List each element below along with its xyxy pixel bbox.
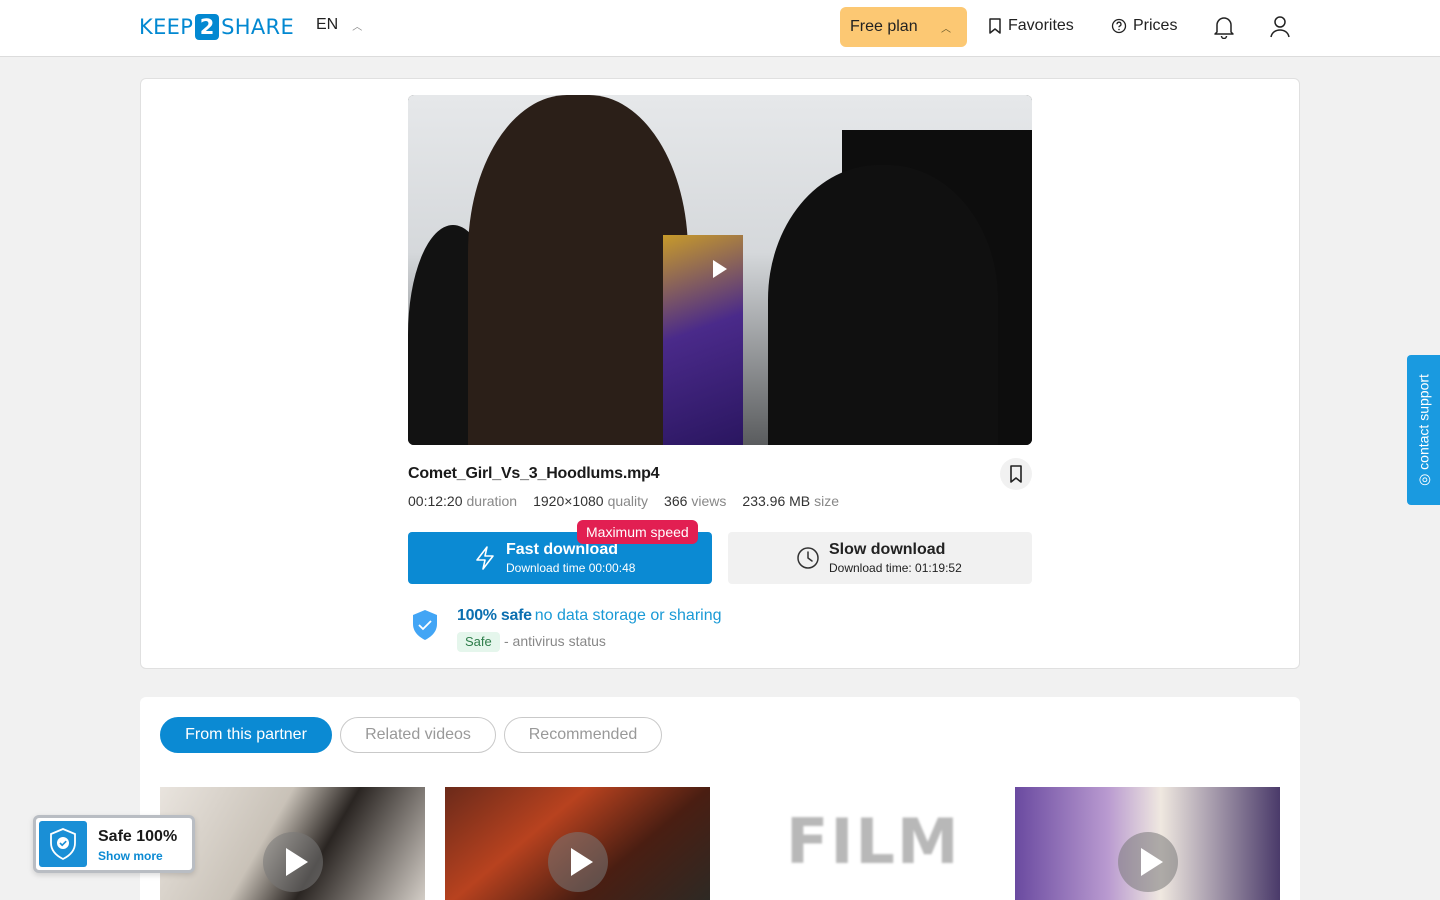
safety-statement: 100% safe no data storage or sharing bbox=[457, 607, 722, 625]
clock-icon bbox=[797, 547, 819, 569]
video-frame-costume bbox=[663, 235, 743, 445]
free-plan-button[interactable]: Free plan ︿ bbox=[840, 7, 967, 47]
video-preview[interactable] bbox=[408, 95, 1032, 445]
safe-widget[interactable]: Safe 100% Show more bbox=[33, 815, 195, 873]
video-thumbnail[interactable] bbox=[1015, 787, 1280, 900]
tab-from-this-partner[interactable]: From this partner bbox=[160, 717, 332, 753]
meta-duration: 00:12:20 duration bbox=[408, 493, 517, 509]
views-label: views bbox=[691, 493, 727, 509]
lightning-icon bbox=[476, 546, 494, 570]
views-value: 366 bbox=[664, 493, 688, 509]
profile-button[interactable] bbox=[1267, 14, 1293, 40]
favorites-label: Favorites bbox=[1008, 17, 1074, 34]
slow-download-button[interactable]: Slow download Download time: 01:19:52 bbox=[728, 532, 1032, 584]
language-selector[interactable]: EN ︿ bbox=[316, 16, 362, 34]
duration-label: duration bbox=[466, 493, 518, 509]
bookmark-icon bbox=[989, 18, 1001, 34]
play-icon[interactable] bbox=[263, 832, 323, 892]
thumbnail-film-text: FILM bbox=[786, 805, 961, 878]
file-title: Comet_Girl_Vs_3_Hoodlums.mp4 bbox=[408, 465, 660, 482]
prices-link[interactable]: Prices bbox=[1111, 17, 1177, 35]
top-header: KEEP 2 SHARE EN ︿ Free plan ︿ Favorites Pr… bbox=[0, 0, 1440, 57]
logo-text-keep: KEEP bbox=[139, 15, 194, 39]
user-icon bbox=[1270, 16, 1290, 38]
video-thumbnail[interactable] bbox=[445, 787, 710, 900]
notifications-button[interactable] bbox=[1211, 14, 1237, 40]
size-label: size bbox=[814, 493, 840, 509]
logo-text-2: 2 bbox=[195, 14, 220, 40]
logo-text-share: SHARE bbox=[221, 15, 295, 39]
file-meta: 00:12:20 duration 1920×1080 quality 366 vie… bbox=[408, 493, 839, 509]
chevron-up-icon: ︿ bbox=[941, 23, 951, 35]
prices-label: Prices bbox=[1133, 17, 1178, 34]
quality-value: 1920×1080 bbox=[533, 493, 604, 509]
slow-download-time: Download time: 01:19:52 bbox=[829, 561, 962, 575]
keep2share-logo[interactable]: KEEP 2 SHARE bbox=[139, 14, 295, 40]
video-thumbnail[interactable] bbox=[160, 787, 425, 900]
tab-recommended[interactable]: Recommended bbox=[504, 717, 662, 753]
quality-label: quality bbox=[607, 493, 649, 509]
contact-support-tab[interactable]: ◎ contact support bbox=[1407, 355, 1440, 505]
chevron-up-icon: ︿ bbox=[352, 21, 363, 33]
size-value: 233.96 MB bbox=[742, 493, 811, 509]
show-more-link[interactable]: Show more bbox=[98, 849, 163, 863]
meta-size: 233.96 MB size bbox=[742, 493, 839, 509]
play-icon[interactable] bbox=[548, 832, 608, 892]
slow-download-title: Slow download bbox=[829, 541, 946, 558]
video-frame-figure-right bbox=[768, 165, 998, 445]
shield-check-icon bbox=[50, 828, 76, 861]
plan-label: Free plan bbox=[850, 18, 918, 35]
meta-views: 366 views bbox=[664, 493, 726, 509]
fast-download-time: Download time 00:00:48 bbox=[506, 561, 636, 575]
bookmark-icon bbox=[1010, 465, 1022, 483]
antivirus-status-text: - antivirus status bbox=[504, 633, 606, 649]
contact-support-label: ◎ contact support bbox=[1415, 374, 1431, 486]
duration-value: 00:12:20 bbox=[408, 493, 463, 509]
safe-widget-title: Safe 100% bbox=[98, 828, 178, 845]
safety-strong: 100% safe bbox=[457, 607, 532, 624]
antivirus-safe-badge: Safe bbox=[457, 632, 500, 652]
video-thumbnail[interactable]: FILM bbox=[730, 787, 995, 900]
safety-rest: no data storage or sharing bbox=[534, 607, 722, 624]
favorites-link[interactable]: Favorites bbox=[988, 17, 1074, 35]
help-circle-icon bbox=[1111, 18, 1127, 34]
shield-check-icon bbox=[413, 610, 437, 640]
maximum-speed-badge: Maximum speed bbox=[577, 520, 698, 544]
video-frame-figure-center bbox=[468, 95, 688, 445]
language-label: EN bbox=[316, 16, 339, 33]
meta-quality: 1920×1080 quality bbox=[533, 493, 648, 509]
safe-widget-badge bbox=[39, 821, 87, 867]
play-icon[interactable] bbox=[1118, 832, 1178, 892]
play-icon[interactable] bbox=[713, 260, 727, 278]
tab-related-videos[interactable]: Related videos bbox=[340, 717, 496, 753]
bell-icon bbox=[1214, 17, 1234, 39]
add-to-favorites-button[interactable] bbox=[1000, 458, 1032, 490]
